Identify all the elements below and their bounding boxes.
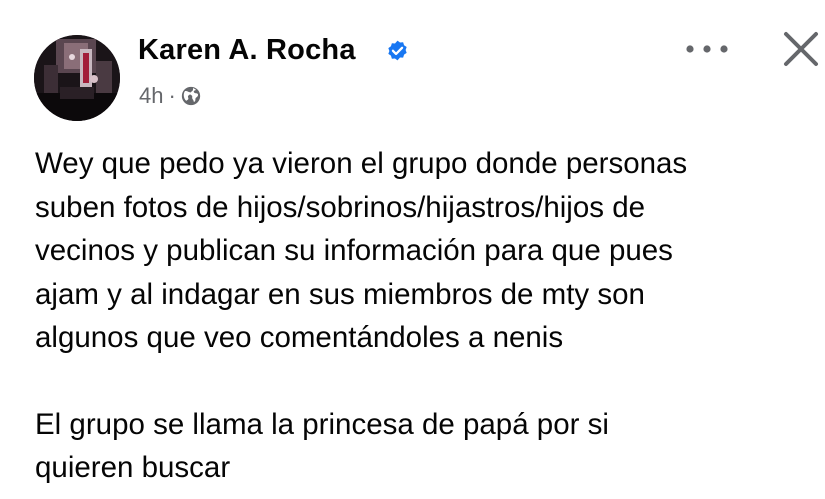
- meta-separator: ·: [168, 83, 176, 108]
- verified-badge-icon: [388, 40, 407, 61]
- close-icon[interactable]: [780, 28, 822, 70]
- post-paragraph: El grupo se llama la princesa de papá po…: [35, 407, 609, 485]
- globe-icon[interactable]: [180, 85, 202, 107]
- avatar-photo: [34, 35, 120, 121]
- post-paragraph: Wey que pedo ya vieron el grupo donde pe…: [35, 147, 688, 354]
- author-name[interactable]: Karen A. Rocha: [138, 34, 356, 67]
- post-body: Wey que pedo ya vieron el grupo donde pe…: [35, 142, 815, 490]
- avatar[interactable]: [34, 35, 120, 121]
- post-timestamp[interactable]: 4h: [139, 83, 163, 109]
- facebook-post: Karen A. Rocha 4h · Wey que pedo ya vier…: [0, 0, 825, 499]
- more-options-icon[interactable]: [682, 32, 732, 66]
- post-meta: 4h ·: [139, 83, 202, 109]
